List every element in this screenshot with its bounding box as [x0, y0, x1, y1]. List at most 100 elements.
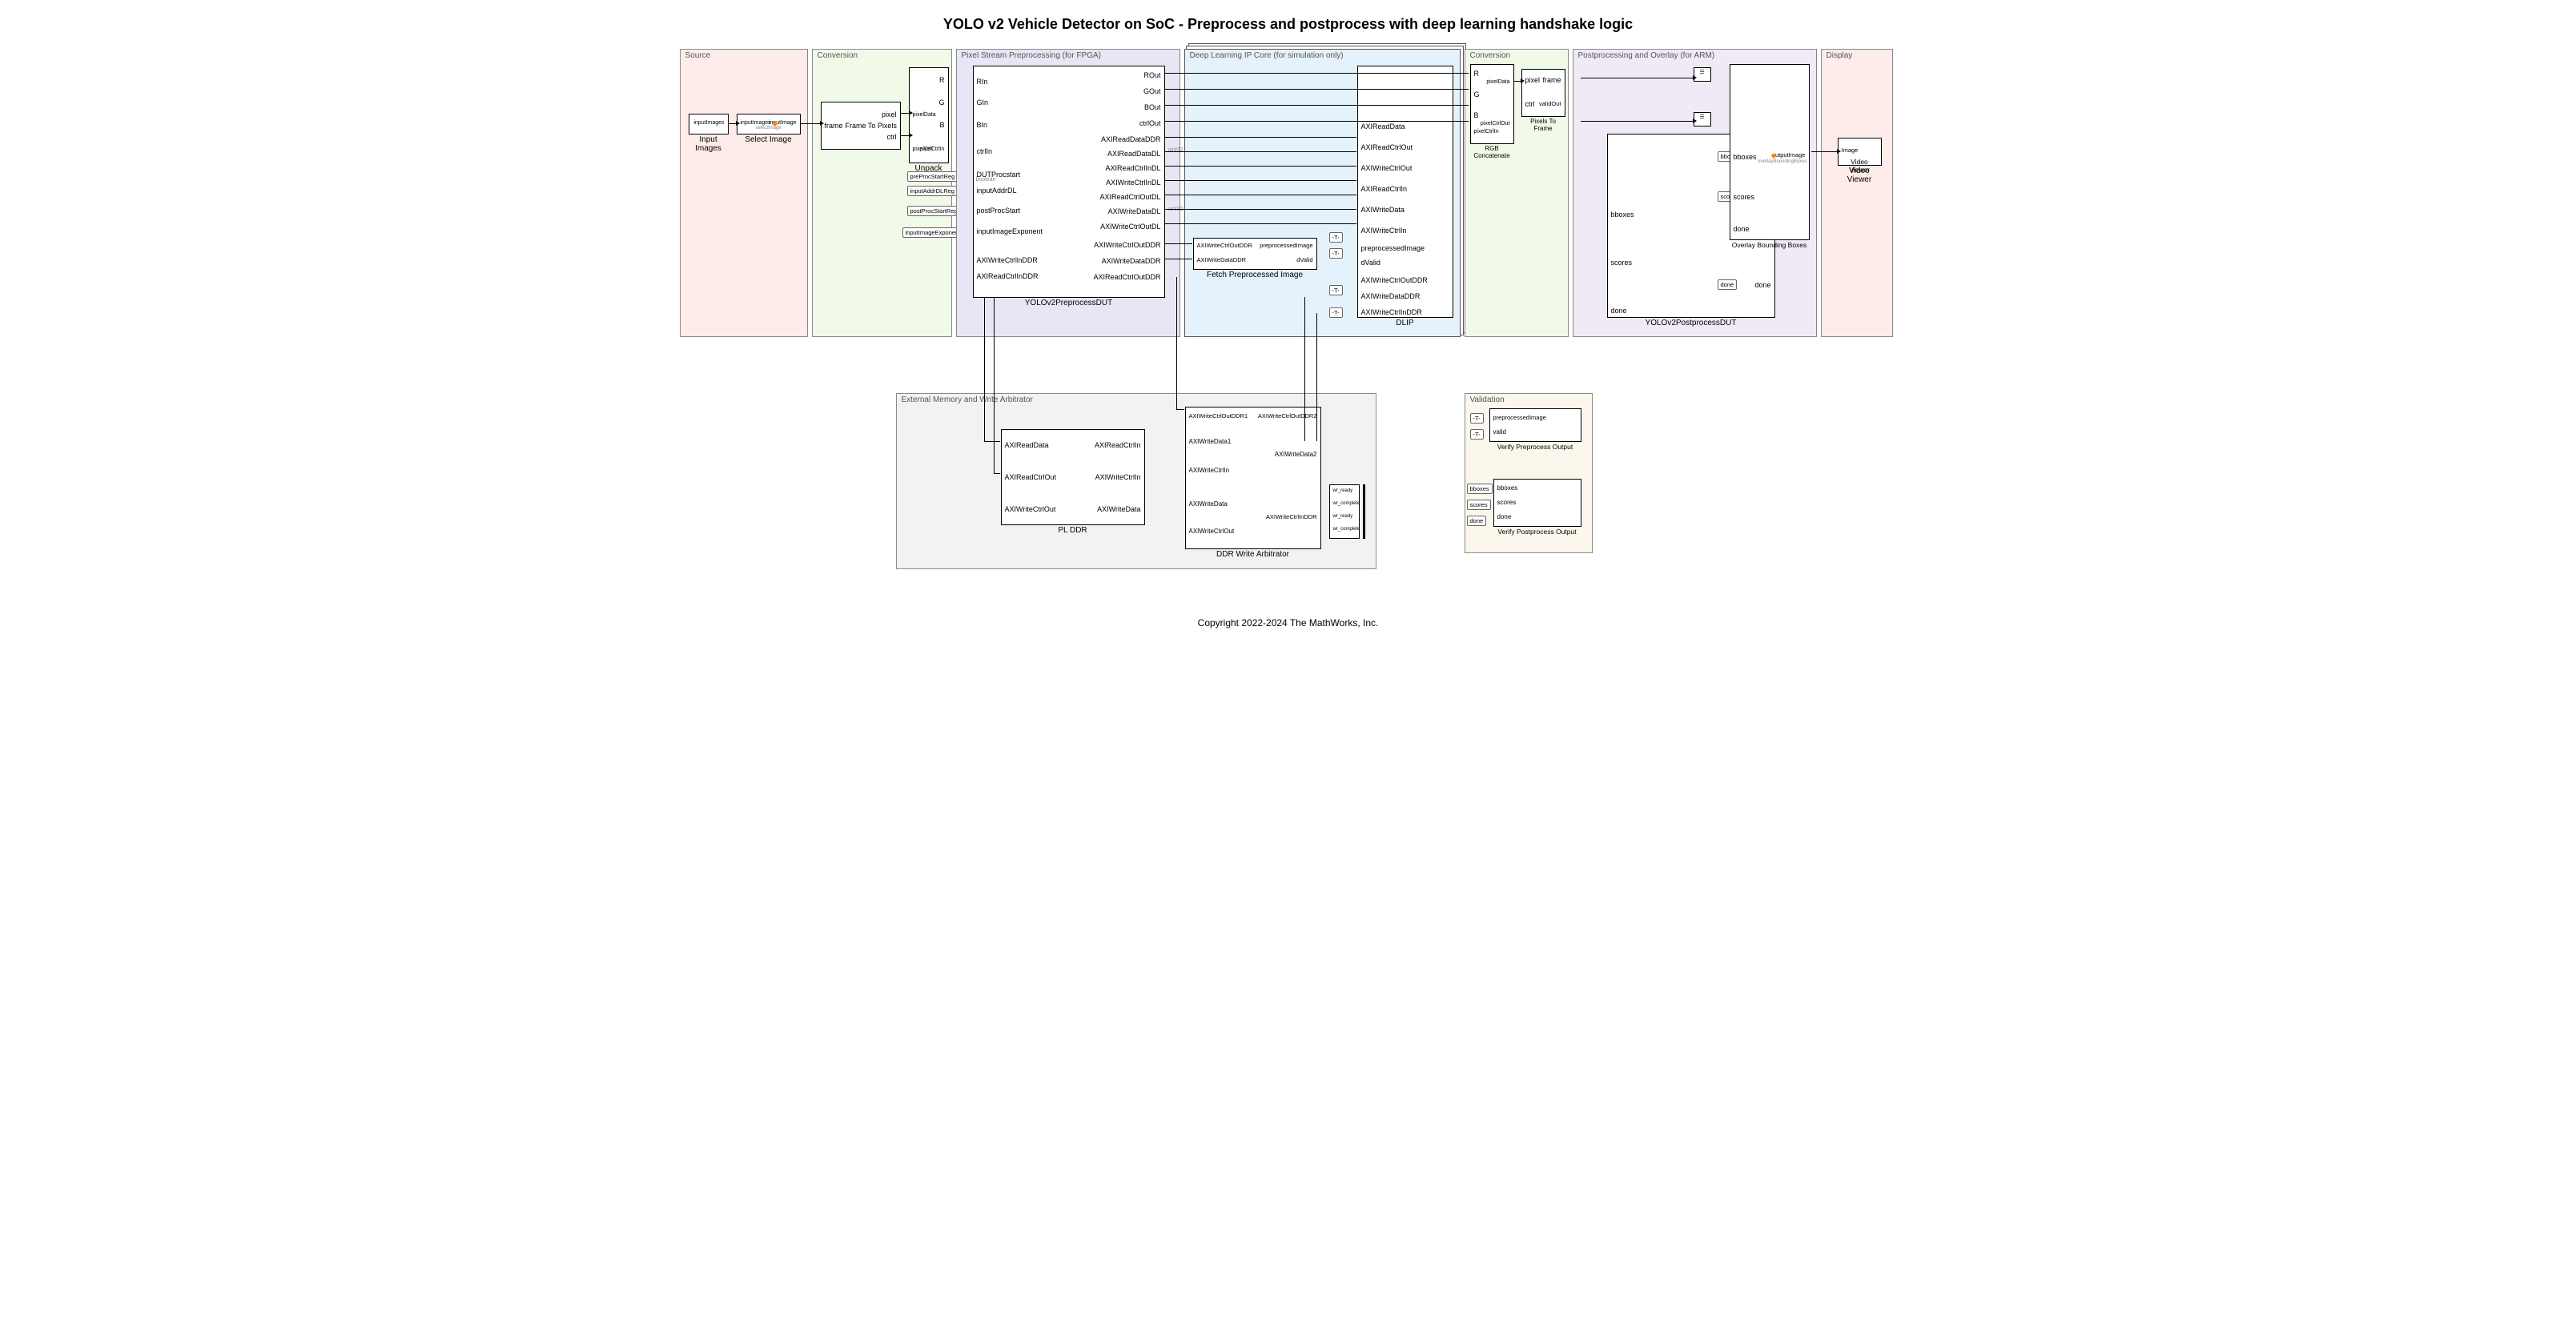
wire: [1164, 209, 1356, 210]
pp-bb: bboxes: [1611, 211, 1634, 219]
tag-inputaddrdl[interactable]: inputAddrDLReg: [907, 186, 958, 196]
pre-o10: AXIWriteDataDL: [1108, 207, 1161, 215]
region-validation-label: Validation: [1470, 395, 1505, 404]
badge-icon: ◆: [773, 119, 778, 128]
block-fetch[interactable]: AXIWriteCtrlOutDDR AXIWriteDataDDR prepr…: [1193, 238, 1317, 270]
dl-rco: AXIReadCtrlOut: [1361, 143, 1413, 151]
tag-t4[interactable]: -T-: [1329, 307, 1343, 318]
label-rgb-concat: RGB Concatenate: [1471, 145, 1513, 159]
wire: [1164, 166, 1356, 167]
arb-i5: AXIWriteCtrlOut: [1189, 528, 1235, 535]
tag-t-v1[interactable]: -T-: [1470, 413, 1484, 424]
block-pixels-to-frame[interactable]: pixel ctrl frame validOut Pixels To Fram…: [1521, 69, 1565, 117]
ddr-rci: AXIReadCtrlIn: [1095, 441, 1141, 449]
wire: [984, 441, 1000, 442]
pre-inputaddr: inputAddrDL: [977, 187, 1017, 195]
tag-t3[interactable]: -T-: [1329, 285, 1343, 295]
pre-o8: AXIWriteCtrlInDL: [1106, 179, 1160, 187]
arb-o3: AXIWriteCtrlInDDR: [1266, 513, 1317, 520]
wire: [1316, 313, 1317, 441]
tag-preprocstart[interactable]: preProcStartReg: [907, 171, 958, 182]
tag-scores-f[interactable]: scores: [1467, 500, 1491, 510]
vpo2: scores: [1497, 499, 1517, 506]
bt4: wr_complete: [1333, 527, 1360, 532]
tag-t-v2[interactable]: -T-: [1470, 429, 1484, 440]
block-select-image[interactable]: inputImages inputImage selectImage ◆ Sel…: [737, 114, 801, 135]
arb-i3: AXIWriteCtrlIn: [1189, 467, 1230, 474]
block-frame-to-pixels[interactable]: frame Frame To Pixels pixel ctrl: [821, 102, 901, 150]
tag-done-f[interactable]: done: [1467, 516, 1487, 526]
label-vv: Video Viewer: [1839, 167, 1881, 184]
tag-postprocstart[interactable]: postProcStartReg: [907, 206, 961, 216]
rgb-g: G: [1474, 90, 1480, 98]
ov-sub: overlayBoundingBoxes: [1758, 159, 1806, 164]
wire: [901, 113, 909, 114]
ddr-wco: AXIWriteCtrlOut: [1005, 505, 1056, 513]
pre-rin: RIn: [977, 78, 988, 86]
bt3: wr_ready: [1333, 514, 1353, 519]
dl-wd: AXIWriteData: [1361, 206, 1405, 214]
ptf-vo: validOut: [1539, 100, 1561, 107]
ptf-px: pixel: [1525, 76, 1541, 84]
region-conv2: Conversion R G B pixelCtrlIn pixelData p…: [1465, 49, 1569, 337]
block-verify-post[interactable]: bboxes scores done Verify Postprocess Ou…: [1493, 479, 1581, 527]
dl-wci: AXIWriteCtrlIn: [1361, 227, 1407, 235]
diagram-canvas: Source inputImages Input Images inputIma…: [680, 49, 1897, 593]
tag-t2[interactable]: -T-: [1329, 248, 1343, 259]
ov-bb: bboxes: [1734, 153, 1757, 161]
block-video-viewer[interactable]: Image Video Viewer Video Viewer: [1838, 138, 1882, 166]
ov-out: outputImage: [1772, 151, 1806, 159]
block-arbitrator[interactable]: AXIWriteCtrlOutDDR1 AXIWriteData1 AXIWri…: [1185, 407, 1321, 549]
fetch-o2: dValid: [1296, 256, 1312, 263]
wire: [984, 297, 985, 441]
block-plddr[interactable]: AXIReadData AXIReadCtrlOut AXIWriteCtrlO…: [1001, 429, 1145, 525]
tag-done-g[interactable]: done: [1718, 279, 1738, 290]
block-preprocess-dut[interactable]: RIn GIn BIn ctrlIn DUTProcstart inputAdd…: [973, 66, 1165, 298]
region-conv1: Conversion frame Frame To Pixels pixel c…: [812, 49, 952, 337]
block-verify-pre[interactable]: preprocessedImage valid Verify Preproces…: [1489, 408, 1581, 442]
region-preprocess: Pixel Stream Preprocessing (for FPGA) RI…: [956, 49, 1180, 337]
ftp-name: Frame To Pixels: [846, 122, 897, 130]
wire: [1164, 121, 1469, 122]
pre-gin: GIn: [977, 98, 989, 106]
ddr-wd: AXIWriteData: [1097, 505, 1140, 513]
region-preproc-label: Pixel Stream Preprocessing (for FPGA): [962, 51, 1102, 60]
ov-dn: done: [1734, 225, 1750, 233]
port-sel-in: inputImages: [741, 120, 771, 126]
pre-o7: AXIReadCtrlInDL: [1105, 164, 1160, 172]
tag-bboxes-f[interactable]: bboxes: [1467, 484, 1493, 494]
pp-sc: scores: [1611, 259, 1633, 267]
block-overlay[interactable]: bboxes scores done outputImage ◆ overlay…: [1730, 64, 1810, 240]
label-input-images: Input Images: [689, 135, 728, 153]
vp2: valid: [1493, 428, 1506, 436]
region-conv2-label: Conversion: [1470, 51, 1511, 60]
dl-pre: preprocessedImage: [1361, 244, 1425, 252]
label-ptf: Pixels To Frame: [1522, 118, 1565, 132]
pre-o13: AXIWriteDataDDR: [1102, 257, 1161, 265]
pre-imgexp: inputImageExponent: [977, 227, 1043, 235]
rgb-pco: pixelCtrlOut: [1481, 121, 1510, 126]
label-overlay: Overlay Bounding Boxes: [1730, 241, 1809, 249]
wire: [1164, 223, 1356, 224]
block-rgb-concat[interactable]: R G B pixelCtrlIn pixelData pixelCtrlOut…: [1470, 64, 1514, 144]
port-input-images: inputImages: [693, 120, 724, 126]
block-input-images[interactable]: inputImages Input Images: [689, 114, 729, 135]
fetch-in2: AXIWriteDataDDR: [1197, 256, 1247, 263]
bus-term[interactable]: wr_ready wr_complete wr_ready wr_complet…: [1329, 484, 1360, 539]
bus-bar: [1363, 484, 1365, 539]
rgb-r: R: [1474, 70, 1480, 78]
vpo1: bboxes: [1497, 484, 1518, 492]
dl-wco: AXIWriteCtrlOut: [1361, 164, 1413, 172]
region-conv1-label: Conversion: [818, 51, 858, 60]
unpack-pd: pixelData: [913, 112, 936, 118]
block-unpack[interactable]: pixelData pixelCtrl R G B pixelCtrlIn Un…: [909, 67, 949, 163]
tag-t1[interactable]: -T-: [1329, 232, 1343, 243]
block-dlip[interactable]: AXIReadData AXIReadCtrlOut AXIWriteCtrlO…: [1357, 66, 1453, 318]
sel-sub: selectImage: [737, 126, 800, 130]
region-dlip-label: Deep Learning IP Core (for simulation on…: [1190, 51, 1344, 60]
pre-ctrlin: ctrlIn: [977, 147, 993, 155]
vp1: preprocessedImage: [1493, 414, 1546, 421]
label-postproc: YOLOv2PostprocessDUT: [1608, 319, 1774, 327]
vpo3: done: [1497, 513, 1512, 520]
ftp-in: frame: [825, 122, 843, 130]
